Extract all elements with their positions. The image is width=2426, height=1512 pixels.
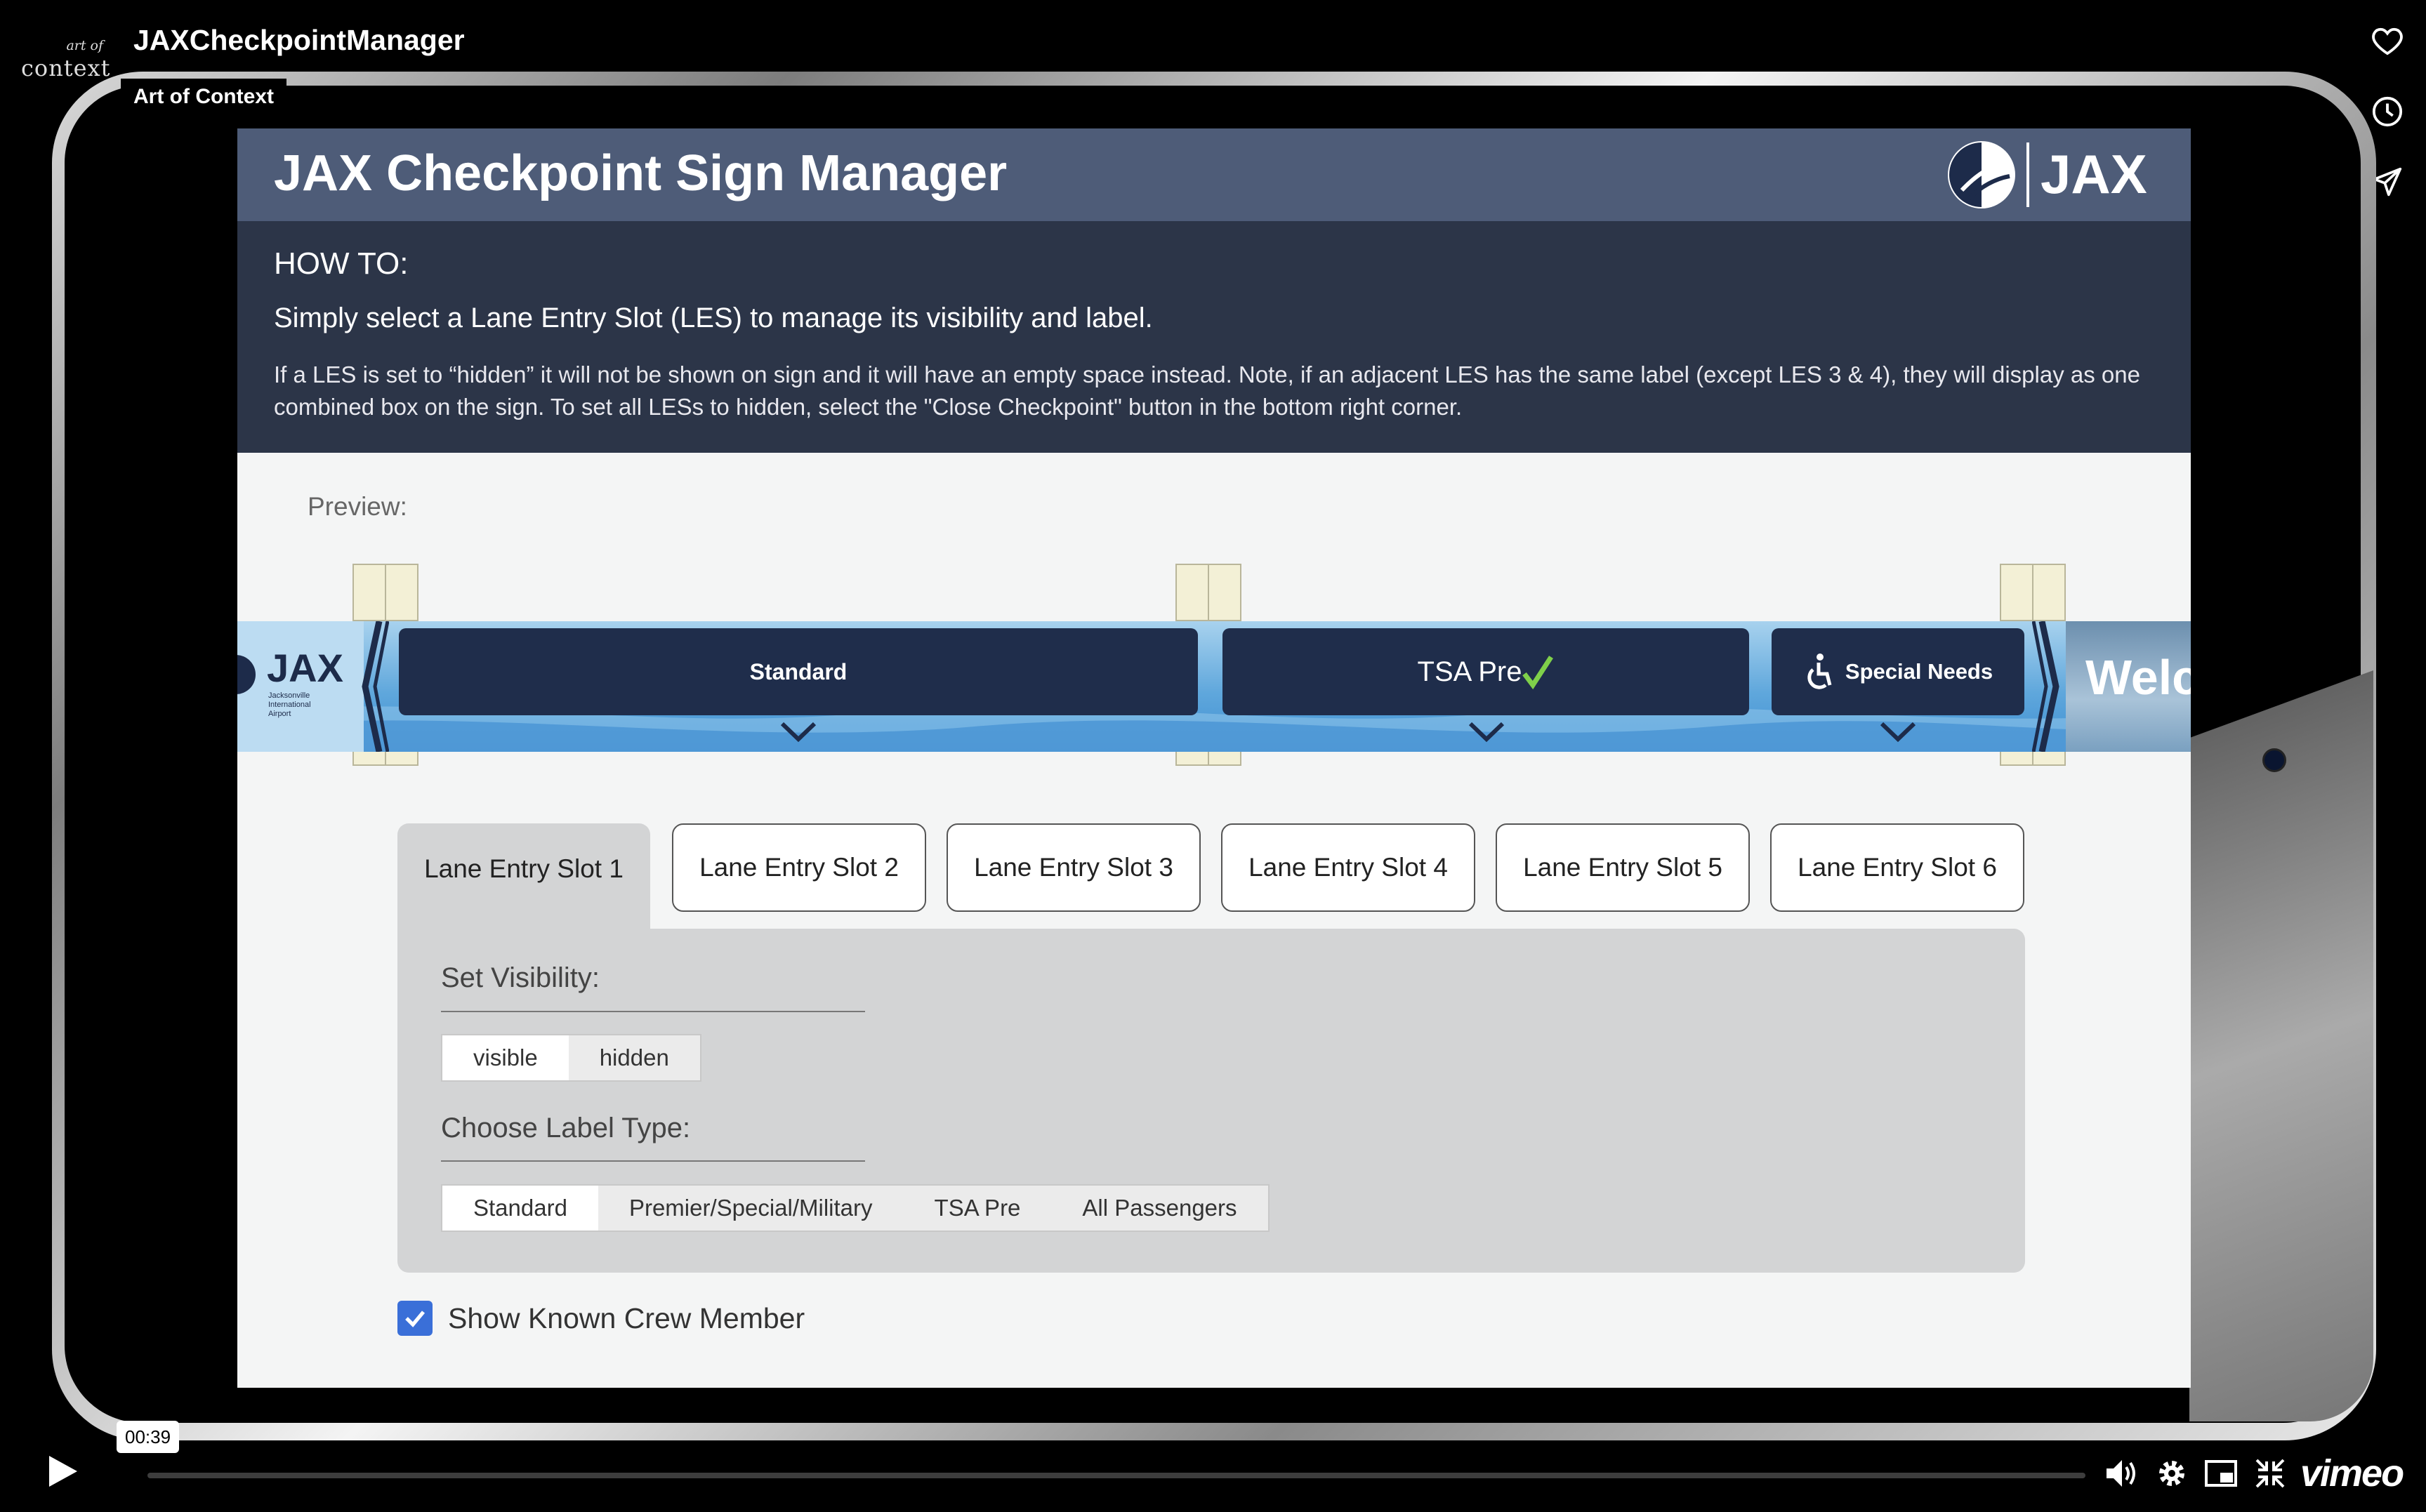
sign-post — [1175, 564, 1241, 621]
playback-time-tooltip: 00:39 — [117, 1421, 180, 1453]
visibility-rule — [441, 1011, 865, 1012]
sign-separator-left — [362, 621, 389, 752]
tab-label: Lane Entry Slot 1 — [424, 854, 624, 883]
play-icon[interactable] — [45, 1453, 80, 1490]
label-type-option-tsa-pre[interactable]: TSA Pre — [904, 1186, 1052, 1231]
checkmark-icon — [405, 1311, 426, 1327]
sign-preview: JAX Jacksonville International Airport S… — [237, 621, 2191, 752]
sign-box-label: Standard — [749, 658, 848, 684]
chevron-down-icon — [780, 722, 817, 742]
sign-box-standard[interactable]: Standard — [399, 628, 1198, 715]
tab-label: Lane Entry Slot 4 — [1248, 853, 1448, 882]
accessibility-icon — [1807, 654, 1832, 689]
tab-lane-entry-slot-6[interactable]: Lane Entry Slot 6 — [1770, 823, 2024, 912]
preview-label: Preview: — [308, 492, 407, 521]
tab-lane-entry-slot-3[interactable]: Lane Entry Slot 3 — [947, 823, 1201, 912]
label-type-option-premier[interactable]: Premier/Special/Military — [598, 1186, 904, 1231]
slot-settings-panel: Set Visibility: visible hidden Choose La… — [397, 929, 2025, 1273]
watch-later-clock-icon[interactable] — [2367, 91, 2408, 132]
bezel-glare — [2189, 670, 2373, 1421]
tab-lane-entry-slot-2[interactable]: Lane Entry Slot 2 — [672, 823, 926, 912]
label-type-toggle: Standard Premier/Special/Military TSA Pr… — [441, 1184, 1270, 1232]
brand-name: JAX — [2041, 143, 2147, 205]
like-heart-icon[interactable] — [2367, 21, 2408, 62]
sign-box-label: Special Needs — [1845, 659, 1993, 684]
sign-separator-right — [2032, 621, 2059, 752]
sign-emblem-icon — [237, 655, 256, 694]
jax-emblem-icon — [1948, 141, 2015, 208]
video-title[interactable]: JAXCheckpointManager — [133, 24, 465, 57]
tab-lane-entry-slot-4[interactable]: Lane Entry Slot 4 — [1221, 823, 1475, 912]
app-header: JAX Checkpoint Sign Manager JAX — [237, 128, 2191, 221]
how-to-lead: Simply select a Lane Entry Slot (LES) to… — [274, 303, 1153, 333]
tab-label: Lane Entry Slot 5 — [1523, 853, 1722, 882]
front-camera — [2262, 748, 2286, 772]
label-type-label: Choose Label Type: — [441, 1113, 691, 1143]
how-to-panel: HOW TO: Simply select a Lane Entry Slot … — [237, 221, 2191, 453]
tab-lane-entry-slot-5[interactable]: Lane Entry Slot 5 — [1496, 823, 1750, 912]
sign-logo-text: JAX — [267, 646, 343, 690]
progress-bar[interactable] — [147, 1473, 2085, 1478]
app-screen: JAX Checkpoint Sign Manager JAX HOW TO: … — [237, 128, 2191, 1388]
sign-post — [2000, 564, 2066, 621]
how-to-text: If a LES is set to “hidden” it will not … — [274, 362, 2140, 420]
tab-label: Lane Entry Slot 3 — [974, 853, 1173, 882]
sign-box-label: TSA Pre — [1417, 656, 1522, 687]
tab-label: Lane Entry Slot 2 — [699, 853, 899, 882]
sign-logo-subtitle: Jacksonville International Airport — [268, 691, 311, 718]
chevron-down-icon — [1880, 722, 1916, 742]
label-type-option-all-passengers[interactable]: All Passengers — [1051, 1186, 1267, 1231]
sign-post — [352, 564, 418, 621]
visibility-option-hidden[interactable]: hidden — [569, 1035, 700, 1080]
volume-icon[interactable] — [2104, 1456, 2139, 1491]
sign-box-special-needs[interactable]: Special Needs — [1772, 628, 2024, 715]
art-of-context-logo[interactable]: art of context — [21, 38, 111, 81]
tab-label: Lane Entry Slot 6 — [1798, 853, 1997, 882]
tsa-checkmark-icon — [1522, 656, 1554, 689]
visibility-toggle: visible hidden — [441, 1034, 701, 1082]
label-type-option-standard[interactable]: Standard — [442, 1186, 598, 1231]
tab-lane-entry-slot-1[interactable]: Lane Entry Slot 1 — [397, 823, 650, 936]
logo-line-1: art of — [66, 38, 103, 53]
settings-gear-icon[interactable] — [2154, 1456, 2189, 1491]
sign-box-tsa-pre[interactable]: TSA Pre — [1222, 628, 1749, 715]
known-crew-label[interactable]: Show Known Crew Member — [448, 1302, 805, 1335]
visibility-option-visible[interactable]: visible — [442, 1035, 569, 1080]
sign-jax-logo: JAX Jacksonville International Airport — [237, 621, 364, 752]
label-type-rule — [441, 1160, 865, 1162]
welcome-text: Welc — [2085, 650, 2191, 705]
picture-in-picture-icon[interactable] — [2203, 1456, 2239, 1491]
fullscreen-exit-icon[interactable] — [2253, 1456, 2288, 1491]
known-crew-checkbox[interactable] — [397, 1301, 433, 1336]
vimeo-logo[interactable]: vimeo — [2300, 1452, 2404, 1495]
how-to-title: HOW TO: — [274, 246, 409, 281]
app-title: JAX Checkpoint Sign Manager — [274, 145, 1008, 201]
brand-divider — [2026, 142, 2029, 207]
visibility-label: Set Visibility: — [441, 962, 600, 993]
chevron-down-icon — [1468, 722, 1505, 742]
logo-line-2: context — [21, 55, 111, 81]
video-author[interactable]: Art of Context — [121, 79, 286, 115]
